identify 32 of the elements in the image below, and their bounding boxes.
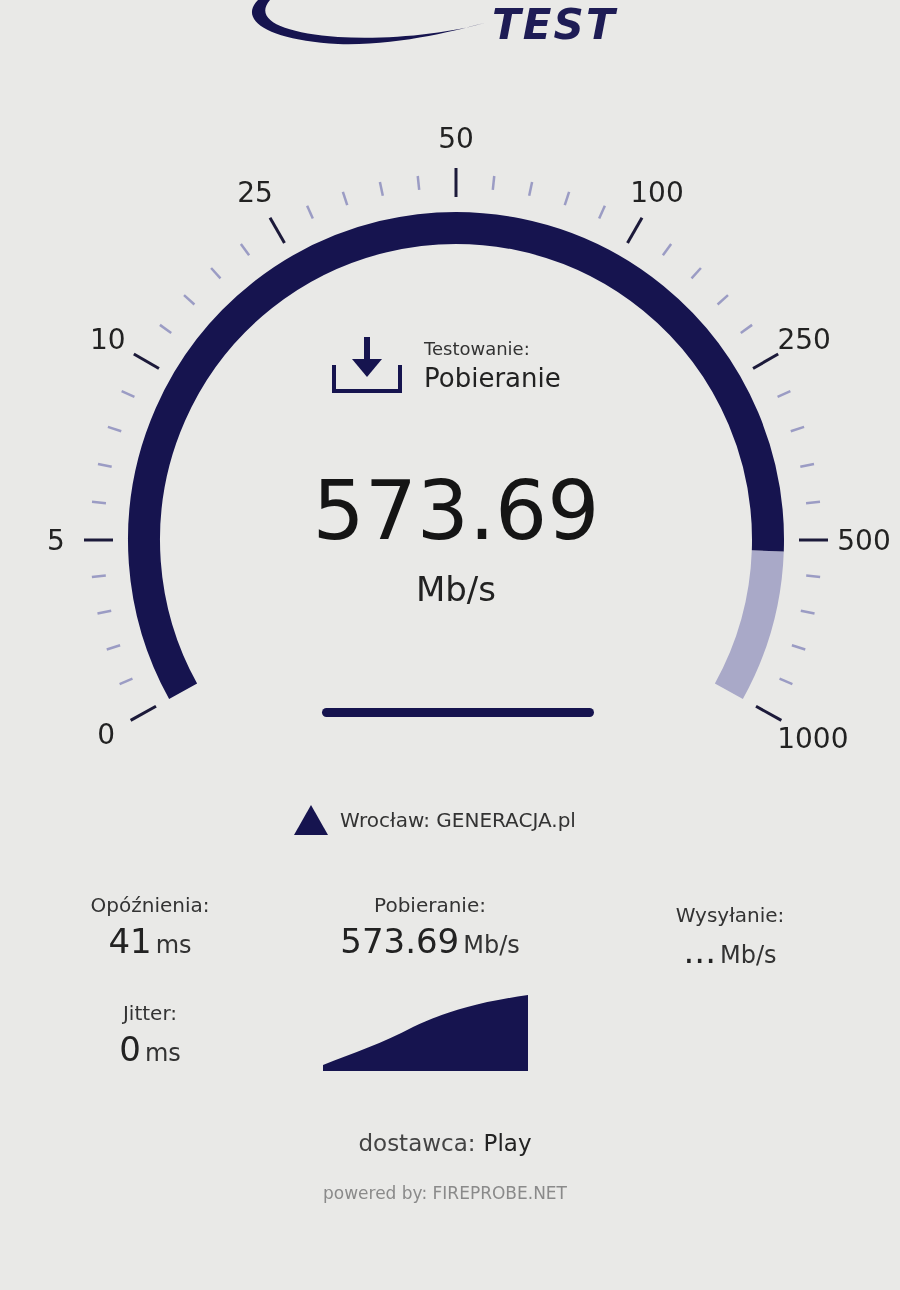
- stat-label: Jitter:: [122, 1000, 178, 1027]
- tick-label: 100: [630, 175, 684, 209]
- tick-label: 500: [837, 524, 891, 557]
- stat-value: 41: [108, 920, 152, 963]
- stat-unit: ms: [144, 1038, 181, 1069]
- tick-label: 50: [438, 122, 474, 155]
- stat-label: Opóźnienia:: [90, 892, 210, 919]
- speed-value: 573.69: [312, 470, 600, 552]
- powered-by-text: powered by: FIREPROBE.NET: [323, 1181, 567, 1205]
- tick-label: 10: [90, 323, 126, 356]
- tick-label: 5: [47, 524, 65, 557]
- status-label: Testowanie:: [424, 337, 531, 362]
- tick-label: 0: [97, 717, 116, 751]
- logo-text: TEST: [492, 4, 617, 46]
- provider-value: Play: [483, 1129, 532, 1158]
- download-icon: [330, 335, 404, 395]
- stat-unit: Mb/s: [463, 930, 520, 961]
- server-name: Wrocław: GENERACJA.pl: [340, 807, 576, 834]
- tick-label: 25: [237, 175, 273, 209]
- stat-label: Wysyłanie:: [675, 902, 785, 929]
- stat-unit: Mb/s: [719, 940, 777, 971]
- provider-label: dostawca:: [358, 1129, 476, 1158]
- tick-label: 1000: [777, 721, 849, 755]
- stat-value: 573.69: [340, 920, 460, 963]
- speed-unit: Mb/s: [415, 568, 497, 611]
- stat-label: Pobieranie:: [374, 892, 486, 919]
- stat-unit: ms: [155, 930, 192, 961]
- stat-value: 0: [119, 1028, 141, 1071]
- status-phase: Pobieranie: [424, 362, 561, 395]
- tick-label: 250: [777, 323, 831, 356]
- triangle-icon: [294, 805, 329, 835]
- stat-value: ...: [683, 930, 716, 973]
